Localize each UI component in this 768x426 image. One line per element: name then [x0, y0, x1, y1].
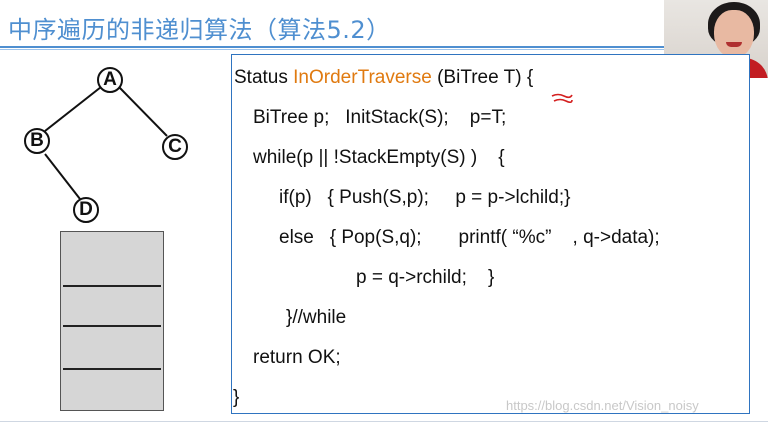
edge-a-b	[44, 86, 102, 132]
function-name: InOrderTraverse	[293, 67, 432, 88]
code-line-9: }	[233, 387, 240, 408]
title-divider	[0, 46, 768, 50]
code-signature: (BiTree T) {	[431, 67, 534, 88]
node-b-label: B	[30, 130, 44, 151]
code-line-1: Status InOrderTraverse (BiTree T) {	[234, 67, 533, 89]
stack-divider	[63, 368, 161, 370]
stack-divider	[63, 325, 161, 327]
bottom-divider	[0, 421, 768, 422]
code-line-5: else { Pop(S,q); printf( “%c” , q->data)…	[279, 227, 660, 248]
node-d-label: D	[79, 199, 93, 220]
pen-underline-annotation	[551, 93, 573, 103]
node-a-label: A	[103, 69, 117, 90]
edge-a-c	[118, 86, 168, 137]
stack-divider	[63, 285, 161, 287]
binary-tree-diagram: A B C D	[0, 56, 230, 226]
code-line-6: p = q->rchild; }	[356, 267, 495, 288]
watermark: https://blog.csdn.net/Vision_noisy	[506, 398, 699, 413]
code-line-4: if(p) { Push(S,p); p = p->lchild;}	[279, 187, 571, 208]
code-block: Status InOrderTraverse (BiTree T) { BiTr…	[231, 54, 750, 414]
code-keyword: Status	[234, 67, 294, 88]
slide-title: 中序遍历的非递归算法（算法5.2）	[8, 16, 391, 44]
stack-diagram	[60, 231, 164, 411]
code-line-8: return OK;	[253, 347, 341, 368]
code-line-2: BiTree p; InitStack(S); p=T;	[253, 107, 507, 128]
code-line-7: }//while	[286, 307, 347, 328]
code-line-3: while(p || !StackEmpty(S) ) {	[253, 147, 505, 168]
edge-b-d	[44, 153, 81, 200]
node-c-label: C	[168, 136, 182, 157]
